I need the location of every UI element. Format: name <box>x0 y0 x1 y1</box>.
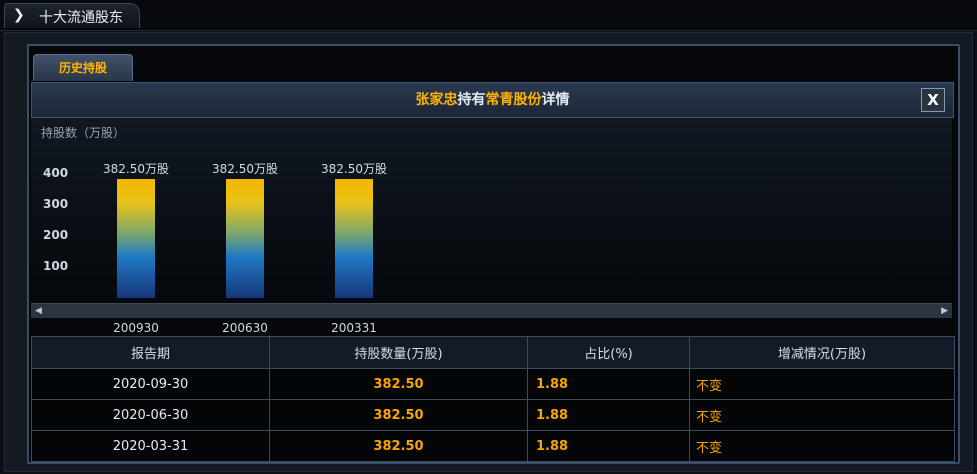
header-verb: 持有 <box>457 92 486 108</box>
y-tick-label: 400 <box>43 166 69 180</box>
column-header[interactable]: 持股数量(万股) <box>269 336 528 369</box>
table-header-row: 报告期 持股数量(万股) 占比(%) 增减情况(万股) <box>31 336 955 369</box>
bar-value-label: 382.50万股 <box>103 162 169 177</box>
dialog-header: 张家忠持有常青股份详情 X <box>31 82 954 118</box>
holdings-table: 报告期 持股数量(万股) 占比(%) 增减情况(万股) 2020-09-30 3… <box>31 336 955 462</box>
holding-bar[interactable] <box>335 179 373 298</box>
column-header[interactable]: 占比(%) <box>527 336 690 369</box>
shares-held: 382.50 <box>269 368 528 400</box>
shares-held: 382.50 <box>269 399 528 431</box>
x-axis: 200930 200630 200331 <box>31 318 952 336</box>
holding-bar[interactable] <box>117 179 155 298</box>
y-tick-label: 200 <box>43 228 69 242</box>
share-ratio: 1.88 <box>527 430 690 462</box>
y-axis-label: 持股数（万股） <box>41 126 126 140</box>
title-bar: ❯ 十大流通股东 <box>0 0 977 31</box>
chart-scrollbar[interactable]: ◀ ▶ <box>31 303 952 318</box>
holding-bar[interactable] <box>226 179 264 298</box>
shares-held: 382.50 <box>269 430 528 462</box>
report-date: 2020-09-30 <box>31 368 270 400</box>
table-row[interactable]: 2020-09-30 382.50 1.88 不变 <box>31 368 955 400</box>
bar-value-label: 382.50万股 <box>212 162 278 177</box>
close-button[interactable]: X <box>921 88 945 112</box>
bar-value-label: 382.50万股 <box>321 162 387 177</box>
table-row[interactable]: 2020-03-31 382.50 1.88 不变 <box>31 430 955 462</box>
scroll-right-icon[interactable]: ▶ <box>941 304 948 318</box>
change-status: 不变 <box>689 399 955 431</box>
holder-name: 张家忠 <box>415 92 458 108</box>
top-tab-title: 十大流通股东 <box>39 10 123 26</box>
detail-dialog: 历史持股 张家忠持有常青股份详情 X 持股数（万股） 400 300 200 100 3… <box>27 44 960 464</box>
x-tick-label: 200331 <box>331 321 377 335</box>
y-tick-label: 300 <box>43 197 69 211</box>
change-status: 不变 <box>689 368 955 400</box>
table-row[interactable]: 2020-06-30 382.50 1.88 不变 <box>31 399 955 431</box>
header-suffix: 详情 <box>541 92 570 108</box>
stock-name: 常青股份 <box>485 92 542 108</box>
share-ratio: 1.88 <box>527 399 690 431</box>
top-tab[interactable]: ❯ 十大流通股东 <box>4 3 140 28</box>
tab-history-holdings[interactable]: 历史持股 <box>33 54 133 81</box>
x-tick-label: 200930 <box>113 321 159 335</box>
holdings-chart: 持股数（万股） 400 300 200 100 382.50万股 382.50万股 382.… <box>31 118 952 302</box>
column-header[interactable]: 增减情况(万股) <box>689 336 955 369</box>
scroll-left-icon[interactable]: ◀ <box>35 304 42 318</box>
chevron-right-icon: ❯ <box>13 7 25 23</box>
report-date: 2020-06-30 <box>31 399 270 431</box>
x-tick-label: 200630 <box>222 321 268 335</box>
column-header[interactable]: 报告期 <box>31 336 270 369</box>
share-ratio: 1.88 <box>527 368 690 400</box>
change-status: 不变 <box>689 430 955 462</box>
report-date: 2020-03-31 <box>31 430 270 462</box>
y-tick-label: 100 <box>43 259 69 273</box>
